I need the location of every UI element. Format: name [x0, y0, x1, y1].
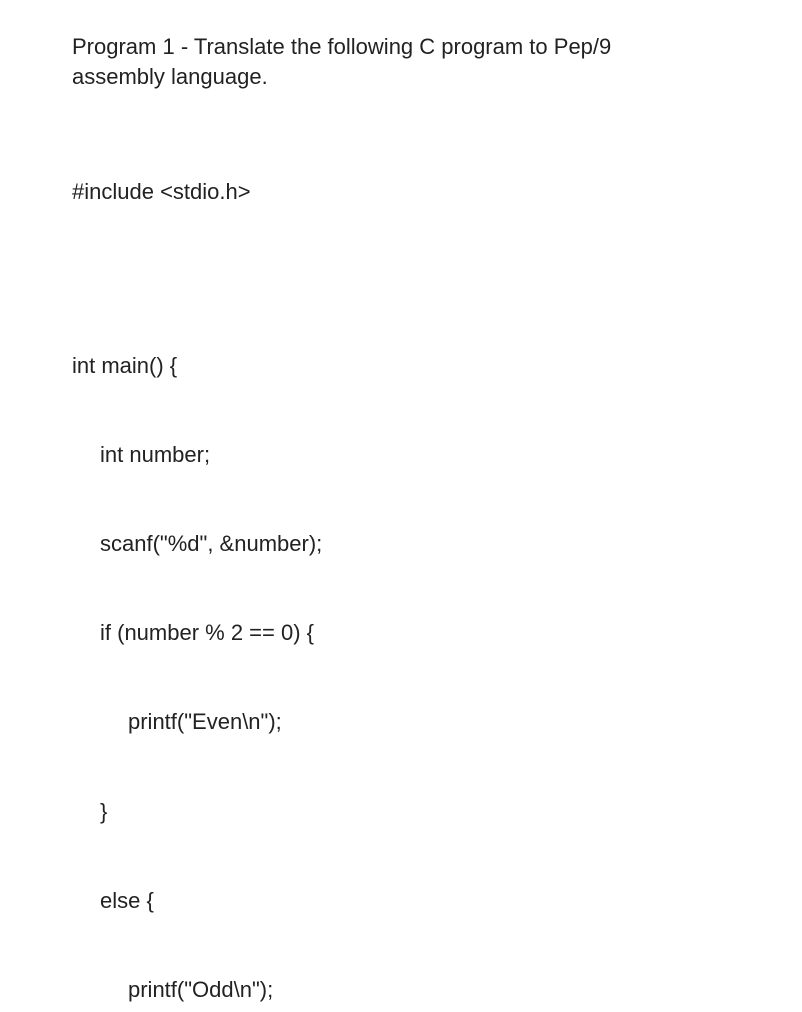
blank-line — [72, 266, 730, 292]
heading-line-1: Program 1 - Translate the following C pr… — [72, 32, 730, 62]
problem-heading: Program 1 - Translate the following C pr… — [72, 32, 730, 91]
code-else: else { — [72, 886, 730, 916]
code-close-if: } — [72, 797, 730, 827]
code-block: #include <stdio.h> int main() { int numb… — [72, 117, 730, 1012]
code-if: if (number % 2 == 0) { — [72, 618, 730, 648]
code-main-open: int main() { — [72, 351, 730, 381]
code-scanf: scanf("%d", &number); — [72, 529, 730, 559]
heading-line-2: assembly language. — [72, 62, 730, 92]
code-include: #include <stdio.h> — [72, 177, 730, 207]
code-printf-odd: printf("Odd\n"); — [72, 975, 730, 1005]
code-printf-even: printf("Even\n"); — [72, 707, 730, 737]
code-decl: int number; — [72, 440, 730, 470]
